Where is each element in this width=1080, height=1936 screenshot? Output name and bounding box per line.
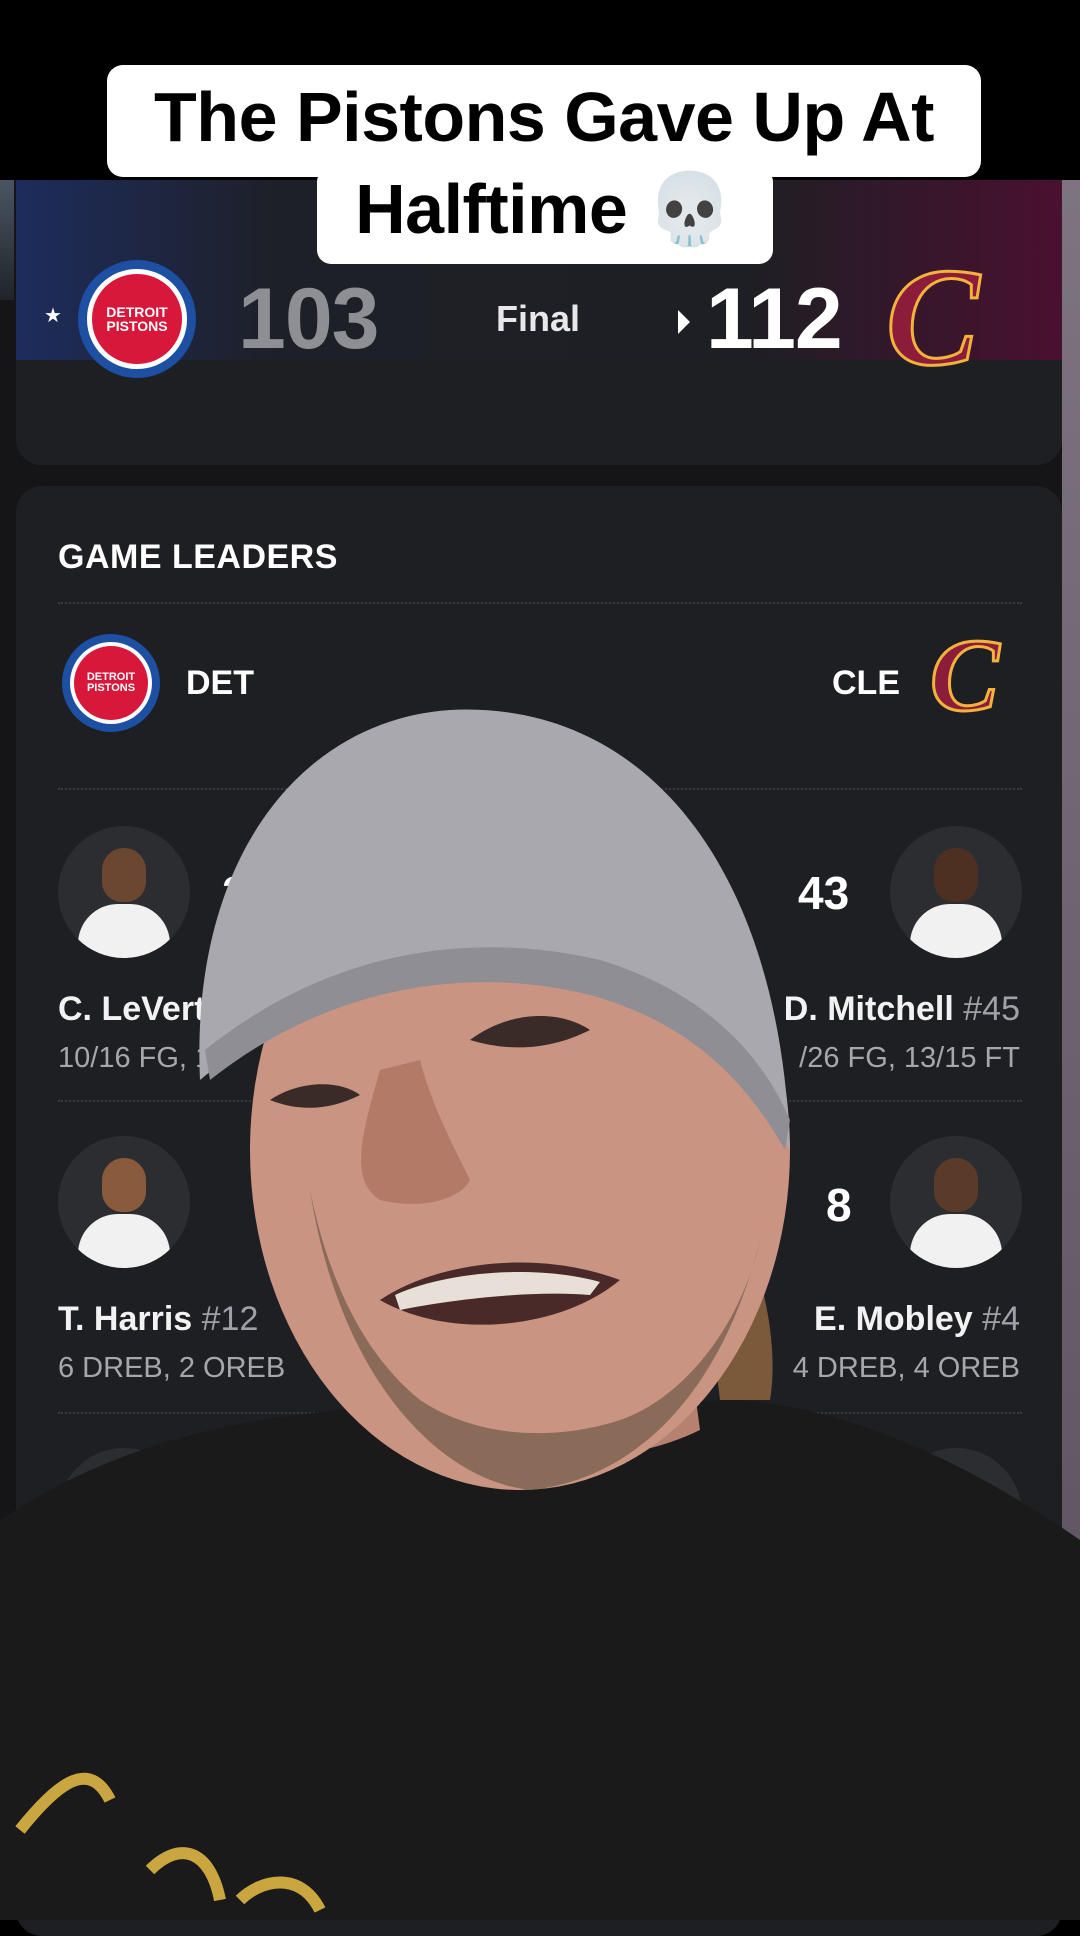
pistons-logo-small[interactable]: DETROIT PISTONS [62, 634, 160, 732]
video-caption: The Pistons Gave Up At Halftime 💀 [107, 71, 981, 255]
home-player-name[interactable]: D. Mitchell #45 [784, 990, 1020, 1029]
away-stat-line: 10/16 FG, 1 [58, 1042, 212, 1074]
cavaliers-logo[interactable]: C [884, 246, 980, 389]
away-stat-value: 2 [222, 867, 248, 919]
player-name-text: T. Harris [58, 1300, 193, 1338]
cavaliers-logo-small[interactable]: C [928, 622, 1000, 729]
jersey-number: #45 [963, 990, 1020, 1028]
home-stat-value: 43 [798, 867, 850, 919]
divider [58, 1412, 1022, 1414]
right-edge-strip [1062, 180, 1080, 1920]
player-avatar-levert[interactable] [58, 826, 190, 958]
player-name-text: D. Mitchell [783, 990, 954, 1028]
game-status: Final [496, 298, 581, 339]
espn-app-screen: ★ DETROIT PISTONS 103 Final 112 C GAME L… [0, 180, 1080, 1936]
section-title: GAME LEADERS [58, 538, 338, 576]
away-team-abbr: DET [186, 664, 254, 702]
divider [58, 602, 1022, 604]
caption-line-2: Halftime 💀 [355, 170, 733, 248]
player-name-text: C. LeVert [58, 990, 206, 1028]
jersey-number: #4 [982, 1300, 1020, 1338]
home-stat-value: 8 [826, 1179, 852, 1231]
player-avatar-mobley[interactable] [890, 1136, 1022, 1268]
caption-line-1: The Pistons Gave Up At [154, 78, 934, 156]
away-player-name[interactable]: T. Harris #12 [58, 1300, 258, 1339]
away-score: 103 [238, 271, 379, 367]
home-stat-line: /26 FG, 13/15 FT [799, 1042, 1020, 1074]
player-avatar-harris[interactable] [58, 1136, 190, 1268]
divider [58, 788, 1022, 790]
favorite-star-icon: ★ [44, 305, 62, 327]
divider [58, 1100, 1022, 1102]
home-score: 112 [706, 271, 843, 367]
winner-indicator-icon [678, 310, 690, 334]
home-team-abbr: CLE [832, 664, 900, 702]
player-name-text: E. Mobley [814, 1300, 973, 1338]
player-avatar-row3-home[interactable] [890, 1448, 1022, 1580]
pistons-logo-small-text-2: PISTONS [86, 681, 136, 694]
away-stat-line: 6 DREB, 2 OREB [58, 1352, 286, 1384]
player-avatar-mitchell[interactable] [890, 826, 1022, 958]
pistons-logo-text-2: PISTONS [106, 317, 168, 334]
home-stat-line: 4 DREB, 4 OREB [792, 1352, 1020, 1384]
player-avatar-row3-away[interactable] [58, 1448, 190, 1580]
jersey-number: #12 [201, 1300, 259, 1338]
pistons-logo-text-1: DETROIT [106, 303, 168, 320]
pistons-logo[interactable]: DETROIT PISTONS [78, 260, 196, 378]
home-player-name[interactable]: E. Mobley #4 [814, 1300, 1020, 1339]
game-leaders-card: GAME LEADERS DETROIT PISTONS DET CLE C 2… [16, 486, 1062, 1936]
left-edge-strip [0, 180, 14, 300]
away-player-name[interactable]: C. LeVert [58, 990, 205, 1029]
